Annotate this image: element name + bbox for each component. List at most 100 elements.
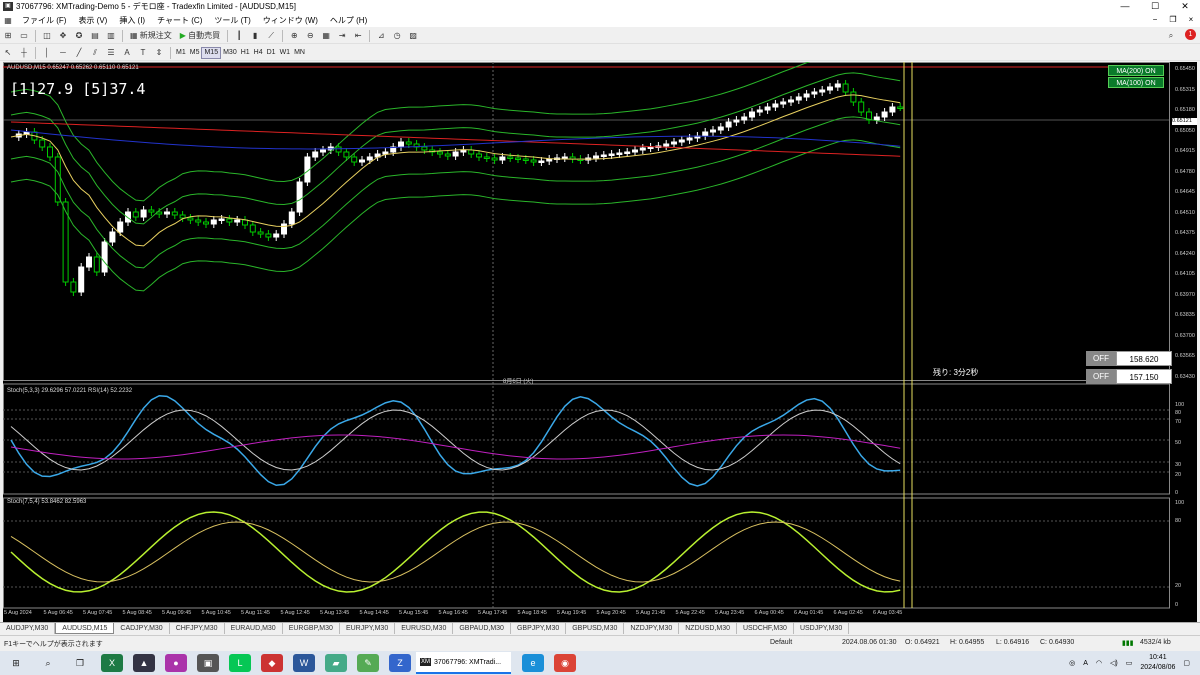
arrows-icon[interactable]: ⇕ bbox=[152, 46, 166, 59]
tf-w1[interactable]: W1 bbox=[278, 47, 293, 59]
chart-tab-eurjpy[interactable]: EURJPY,M30 bbox=[340, 623, 396, 634]
channel-icon[interactable]: ⫽ bbox=[88, 46, 102, 59]
menu-insert[interactable]: 挿入 (I) bbox=[113, 15, 151, 26]
tf-m5[interactable]: M5 bbox=[188, 47, 202, 59]
chart-tab-audjpy[interactable]: AUDJPY,M30 bbox=[0, 623, 56, 634]
maximize-button[interactable]: ☐ bbox=[1140, 0, 1170, 13]
excel-icon[interactable]: X bbox=[101, 654, 123, 672]
battery-icon[interactable]: ▭ bbox=[1126, 659, 1133, 667]
taskbar-clock[interactable]: 10:41 2024/08/06 bbox=[1140, 653, 1175, 673]
chart-tab-eurusd[interactable]: EURUSD,M30 bbox=[395, 623, 454, 634]
start-icon[interactable]: ⊞ bbox=[5, 654, 27, 672]
trendline-icon[interactable]: ╱ bbox=[72, 46, 86, 59]
navigator-icon[interactable]: ✪ bbox=[72, 29, 86, 42]
chart-tab-gbpjpy[interactable]: GBPJPY,M30 bbox=[511, 623, 567, 634]
chart-tab-nzdusd[interactable]: NZDUSD,M30 bbox=[679, 623, 737, 634]
value-field-1[interactable]: 158.620 bbox=[1116, 351, 1172, 366]
tf-m30[interactable]: M30 bbox=[221, 47, 239, 59]
zoom-in-icon[interactable]: ⊕ bbox=[287, 29, 301, 42]
mdi-close-button[interactable]: × bbox=[1182, 13, 1200, 27]
menu-window[interactable]: ウィンドウ (W) bbox=[257, 15, 324, 26]
text-icon[interactable]: A bbox=[120, 46, 134, 59]
mdi-restore-button[interactable]: ❐ bbox=[1164, 13, 1182, 27]
market-watch-icon[interactable]: ◫ bbox=[40, 29, 54, 42]
chart-canvas[interactable] bbox=[3, 62, 1197, 622]
candlestick-icon[interactable]: ▮ bbox=[248, 29, 262, 42]
mdi-minimize-button[interactable]: − bbox=[1146, 13, 1164, 27]
chart-tab-eurgbp[interactable]: EURGBP,M30 bbox=[283, 623, 340, 634]
menu-charts[interactable]: チャート (C) bbox=[151, 15, 208, 26]
search-icon[interactable]: ⌕ bbox=[1164, 29, 1178, 42]
menu-tools[interactable]: ツール (T) bbox=[208, 15, 256, 26]
menu-view[interactable]: 表示 (V) bbox=[72, 15, 113, 26]
tray-network-icon[interactable]: ◎ bbox=[1069, 659, 1075, 667]
app-icon-g[interactable]: Z bbox=[389, 654, 411, 672]
app-icon-a[interactable]: ▲ bbox=[133, 654, 155, 672]
bar-chart-icon[interactable]: ┃ bbox=[232, 29, 246, 42]
periods-icon[interactable]: ◷ bbox=[390, 29, 404, 42]
cursor-icon[interactable]: ↖ bbox=[1, 46, 15, 59]
app-icon-c[interactable]: ▣ bbox=[197, 654, 219, 672]
indicators-icon[interactable]: ⊿ bbox=[374, 29, 388, 42]
menu-help[interactable]: ヘルプ (H) bbox=[324, 15, 373, 26]
auto-trading-button[interactable]: ▶ 自動売買 bbox=[177, 29, 223, 42]
line-chart-icon[interactable]: ⟋ bbox=[264, 29, 278, 42]
off-button-2[interactable]: OFF bbox=[1086, 369, 1116, 384]
ma200-toggle-button[interactable]: MA(200) ON bbox=[1108, 65, 1164, 76]
wifi-icon[interactable]: ◠ bbox=[1096, 659, 1102, 667]
profiles-icon[interactable]: ▭ bbox=[17, 29, 31, 42]
chart-window[interactable]: AUDUSD,M15 0.65247 0.65262 0.65110 0.651… bbox=[3, 62, 1197, 622]
tf-m15[interactable]: M15 bbox=[201, 46, 222, 59]
autoscroll-icon[interactable]: ⇥ bbox=[335, 29, 349, 42]
vertical-line-icon[interactable]: │ bbox=[40, 46, 54, 59]
value-field-2[interactable]: 157.150 bbox=[1116, 369, 1172, 384]
menu-file[interactable]: ファイル (F) bbox=[16, 15, 72, 26]
edge-icon[interactable]: e bbox=[522, 654, 544, 672]
tf-h4[interactable]: H4 bbox=[252, 47, 265, 59]
chart-tab-usdchf[interactable]: USDCHF,M30 bbox=[737, 623, 794, 634]
chart-tab-gbpusd[interactable]: GBPUSD,M30 bbox=[566, 623, 625, 634]
new-chart-icon[interactable]: ⊞ bbox=[1, 29, 15, 42]
new-order-button[interactable]: ▦ 新規注文 bbox=[127, 29, 175, 42]
chart-shift-icon[interactable]: ⇤ bbox=[351, 29, 365, 42]
chart-tab-euraud[interactable]: EURAUD,M30 bbox=[225, 623, 283, 634]
chart-tab-gbpaud[interactable]: GBPAUD,M30 bbox=[453, 623, 511, 634]
chart-tab-audusd[interactable]: AUDUSD,M15 bbox=[55, 623, 115, 634]
strategy-tester-icon[interactable]: ▥ bbox=[104, 29, 118, 42]
chrome-icon[interactable]: ◉ bbox=[554, 654, 576, 672]
taskbar-mt4-button[interactable]: XM 37067796: XMTradi... bbox=[416, 652, 511, 674]
tf-m1[interactable]: M1 bbox=[174, 47, 188, 59]
volume-icon[interactable]: ◁) bbox=[1110, 659, 1118, 667]
chart-tab-nzdjpy[interactable]: NZDJPY,M30 bbox=[624, 623, 680, 634]
search-taskbar-icon[interactable]: ⌕ bbox=[37, 654, 59, 672]
templates-icon[interactable]: ▨ bbox=[406, 29, 420, 42]
minimize-button[interactable]: — bbox=[1110, 0, 1140, 13]
crosshair-icon[interactable]: ┼ bbox=[17, 46, 31, 59]
off-button-1[interactable]: OFF bbox=[1086, 351, 1116, 366]
label-icon[interactable]: T bbox=[136, 46, 150, 59]
chart-tab-cadjpy[interactable]: CADJPY,M30 bbox=[114, 623, 170, 634]
chart-tab-chfjpy[interactable]: CHFJPY,M30 bbox=[170, 623, 225, 634]
word-icon[interactable]: W bbox=[293, 654, 315, 672]
app-icon-e[interactable]: ▰ bbox=[325, 654, 347, 672]
app-icon-b[interactable]: ● bbox=[165, 654, 187, 672]
line-icon[interactable]: L bbox=[229, 654, 251, 672]
tf-h1[interactable]: H1 bbox=[239, 47, 252, 59]
task-view-icon[interactable]: ❐ bbox=[69, 654, 91, 672]
close-button[interactable]: ✕ bbox=[1170, 0, 1200, 13]
ma100-toggle-button[interactable]: MA(100) ON bbox=[1108, 77, 1164, 88]
horizontal-line-icon[interactable]: ─ bbox=[56, 46, 70, 59]
data-window-icon[interactable]: ✥ bbox=[56, 29, 70, 42]
fibonacci-icon[interactable]: ☰ bbox=[104, 46, 118, 59]
terminal-icon[interactable]: ▤ bbox=[88, 29, 102, 42]
tile-windows-icon[interactable]: ▦ bbox=[319, 29, 333, 42]
app-icon-f[interactable]: ✎ bbox=[357, 654, 379, 672]
ime-indicator[interactable]: A bbox=[1083, 660, 1088, 667]
notification-badge[interactable]: 1 bbox=[1185, 29, 1196, 40]
tf-d1[interactable]: D1 bbox=[265, 47, 278, 59]
chart-tab-usdjpy[interactable]: USDJPY,M30 bbox=[794, 623, 850, 634]
notification-icon[interactable]: ▢ bbox=[1183, 659, 1190, 667]
zoom-out-icon[interactable]: ⊖ bbox=[303, 29, 317, 42]
tf-mn[interactable]: MN bbox=[292, 47, 307, 59]
app-icon-d[interactable]: ◆ bbox=[261, 654, 283, 672]
